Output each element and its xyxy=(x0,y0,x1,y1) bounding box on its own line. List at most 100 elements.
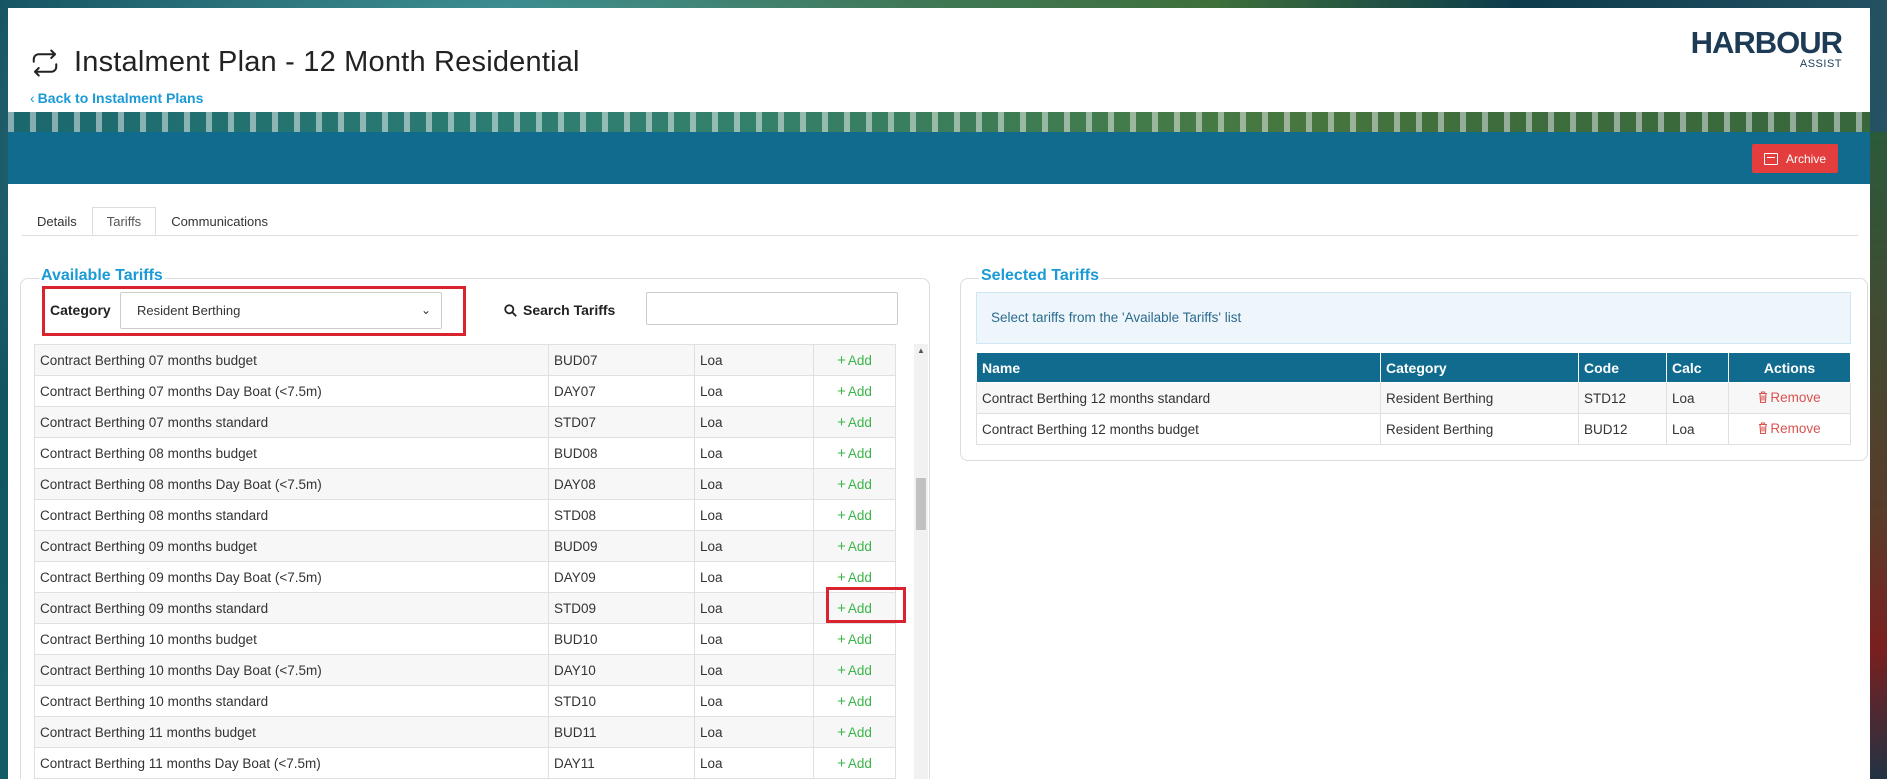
selected-name: Contract Berthing 12 months budget xyxy=(976,413,1381,445)
available-tariffs-title: Available Tariffs xyxy=(39,267,165,285)
table-row: Contract Berthing 10 months Day Boat (<7… xyxy=(34,654,896,686)
table-row: Contract Berthing 07 months standard STD0… xyxy=(34,406,896,438)
col-header-calc: Calc xyxy=(1666,352,1729,383)
tariff-code: BUD09 xyxy=(548,530,695,562)
tariff-calc: Loa xyxy=(694,654,814,686)
add-tariff-button[interactable]: + Add xyxy=(837,754,872,772)
archive-button[interactable]: Archive xyxy=(1751,144,1838,173)
tariff-name: Contract Berthing 10 months standard xyxy=(34,685,549,717)
selected-category: Resident Berthing xyxy=(1380,413,1579,445)
add-label: Add xyxy=(847,445,872,461)
repeat-icon xyxy=(32,49,58,76)
add-label: Add xyxy=(847,476,872,492)
selected-actions: Remove xyxy=(1728,382,1851,414)
tariff-code: STD10 xyxy=(548,685,695,717)
plus-icon: + xyxy=(837,568,846,586)
tariff-actions: + Add xyxy=(813,468,896,500)
table-header-row: Name Category Code Calc Actions xyxy=(976,352,1851,383)
page-title: Instalment Plan - 12 Month Residential xyxy=(74,46,580,78)
add-tariff-button[interactable]: + Add xyxy=(837,630,872,648)
tariff-code: BUD08 xyxy=(548,437,695,469)
tariff-calc: Loa xyxy=(694,468,814,500)
add-tariff-button[interactable]: + Add xyxy=(837,600,872,617)
tariff-calc: Loa xyxy=(694,623,814,655)
selected-calc: Loa xyxy=(1666,382,1729,414)
add-tariff-button[interactable]: + Add xyxy=(837,568,872,586)
add-tariff-button[interactable]: + Add xyxy=(837,414,872,431)
plus-icon: + xyxy=(837,444,846,462)
add-tariff-button[interactable]: + Add xyxy=(837,724,872,741)
tariff-name: Contract Berthing 10 months Day Boat (<7… xyxy=(34,654,549,686)
tariff-actions: + Add xyxy=(813,561,896,593)
tariff-name: Contract Berthing 07 months standard xyxy=(34,406,549,438)
add-label: Add xyxy=(847,631,872,647)
plus-icon: + xyxy=(837,692,846,710)
selected-info-message: Select tariffs from the 'Available Tarif… xyxy=(976,292,1851,344)
brand-name: HARBOUR xyxy=(1690,25,1843,60)
table-row: Contract Berthing 09 months standard STD0… xyxy=(34,592,896,624)
add-tariff-button[interactable]: + Add xyxy=(837,352,872,369)
tariff-actions: + Add xyxy=(813,747,896,779)
scroll-thumb[interactable] xyxy=(916,478,926,530)
search-icon xyxy=(504,303,517,317)
category-select-value: Resident Berthing xyxy=(137,303,241,318)
trash-icon xyxy=(1759,422,1768,435)
tariff-actions: + Add xyxy=(813,406,896,438)
col-header-category: Category xyxy=(1380,352,1579,383)
tariff-name: Contract Berthing 09 months Day Boat (<7… xyxy=(34,561,549,593)
tariff-name: Contract Berthing 11 months budget xyxy=(34,716,549,748)
back-link[interactable]: ‹ Back to Instalment Plans xyxy=(30,90,203,106)
tariff-name: Contract Berthing 08 months Day Boat (<7… xyxy=(34,468,549,500)
tariff-code: BUD07 xyxy=(548,344,695,376)
tariff-actions: + Add xyxy=(813,592,896,624)
search-input[interactable] xyxy=(646,292,898,325)
plus-icon: + xyxy=(837,661,846,679)
tariff-name: Contract Berthing 10 months budget xyxy=(34,623,549,655)
tariff-code: DAY08 xyxy=(548,468,695,500)
plus-icon: + xyxy=(837,754,846,772)
add-tariff-button[interactable]: + Add xyxy=(837,692,872,710)
tariff-code: DAY10 xyxy=(548,654,695,686)
plus-icon: + xyxy=(837,506,846,524)
category-select[interactable]: Resident Berthing ⌄ xyxy=(120,292,442,329)
chevron-left-icon: ‹ xyxy=(30,90,35,106)
tab-tariffs[interactable]: Tariffs xyxy=(91,207,157,235)
selected-actions: Remove xyxy=(1728,413,1851,445)
table-row: Contract Berthing 09 months budget BUD09 L… xyxy=(34,530,896,562)
search-tariffs-label: Search Tariffs xyxy=(504,302,615,318)
table-scrollbar[interactable]: ▲ xyxy=(914,344,928,779)
tariff-calc: Loa xyxy=(694,375,814,407)
scroll-up-icon[interactable]: ▲ xyxy=(914,344,928,358)
add-label: Add xyxy=(847,693,872,709)
col-header-actions: Actions xyxy=(1728,352,1851,383)
remove-tariff-button[interactable]: Remove xyxy=(1758,421,1821,436)
add-tariff-button[interactable]: + Add xyxy=(837,444,872,462)
add-label: Add xyxy=(847,414,872,430)
add-tariff-button[interactable]: + Add xyxy=(837,661,872,679)
add-label: Add xyxy=(847,755,872,771)
back-link-label: Back to Instalment Plans xyxy=(37,90,204,106)
add-label: Add xyxy=(847,507,872,523)
remove-tariff-button[interactable]: Remove xyxy=(1758,390,1821,405)
selected-code: BUD12 xyxy=(1578,413,1667,445)
tab-communications[interactable]: Communications xyxy=(156,207,283,235)
add-tariff-button[interactable]: + Add xyxy=(837,506,872,524)
selected-name: Contract Berthing 12 months standard xyxy=(976,382,1381,414)
tariff-calc: Loa xyxy=(694,592,814,624)
search-label-text: Search Tariffs xyxy=(523,302,616,318)
table-row: Contract Berthing 12 months budget Reside… xyxy=(976,413,1851,445)
table-row: Contract Berthing 11 months budget BUD11 L… xyxy=(34,716,896,748)
available-tariffs-table: Contract Berthing 07 months budget BUD07 L… xyxy=(34,344,896,779)
add-tariff-button[interactable]: + Add xyxy=(837,383,872,400)
tariff-code: BUD10 xyxy=(548,623,695,655)
add-tariff-button[interactable]: + Add xyxy=(837,476,872,493)
plus-icon: + xyxy=(837,630,846,648)
add-tariff-button[interactable]: + Add xyxy=(837,538,872,555)
tariff-calc: Loa xyxy=(694,530,814,562)
tariff-actions: + Add xyxy=(813,375,896,407)
tariff-actions: + Add xyxy=(813,344,896,376)
page-title-row: Instalment Plan - 12 Month Residential xyxy=(30,46,580,79)
tariff-code: STD08 xyxy=(548,499,695,531)
tab-details[interactable]: Details xyxy=(22,207,92,235)
table-row: Contract Berthing 07 months Day Boat (<7… xyxy=(34,375,896,407)
